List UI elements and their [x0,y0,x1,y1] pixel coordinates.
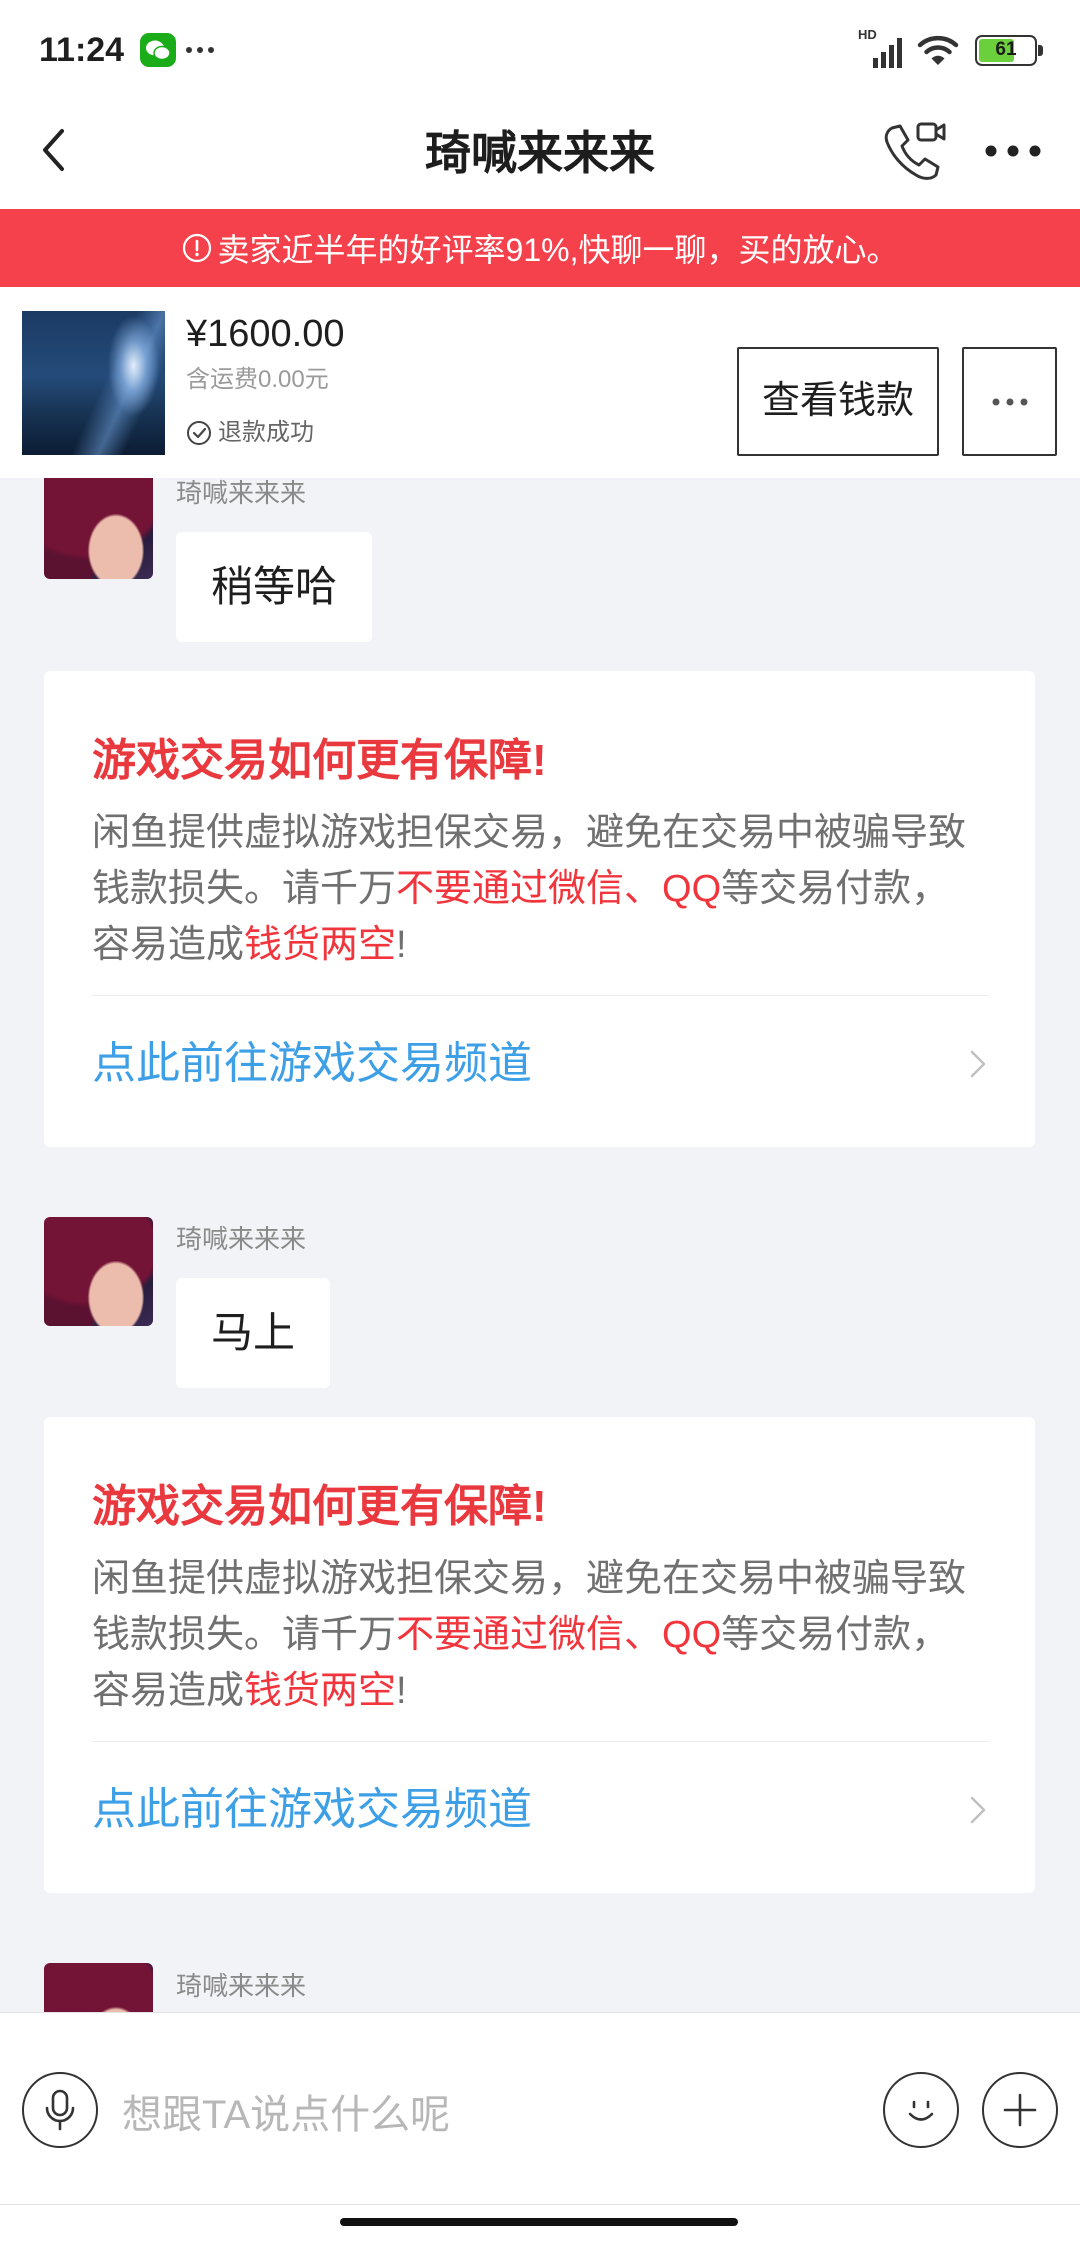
product-price: ¥1600.00 [186,313,345,355]
back-icon[interactable] [38,126,68,179]
input-bar [0,2012,1080,2204]
game-trade-notice-card: 游戏交易如何更有保障! 闲鱼提供虚拟游戏担保交易，避免在交易中被骗导致 钱款损失… [44,1417,1035,1893]
notice-text: 容易造成 [92,924,245,966]
signal-icon: HD [858,28,904,70]
wifi-icon [916,32,960,73]
chat-screen: 11:24 HD 61 琦喊来来来 卖家近半年的好评率91%,快聊一聊，买的放心… [0,0,1080,2248]
notice-text: ! [396,924,407,966]
status-time: 11:24 [39,31,125,69]
sender-name: 琦喊来来来 [176,1224,307,1254]
home-indicator[interactable] [340,2218,738,2226]
game-trade-notice-card: 游戏交易如何更有保障! 闲鱼提供虚拟游戏担保交易，避免在交易中被骗导致 钱款损失… [44,671,1035,1147]
order-status: 退款成功 [186,419,314,447]
message-list[interactable]: 琦喊来来来 稍等哈 游戏交易如何更有保障! 闲鱼提供虚拟游戏担保交易，避免在交易… [0,478,1080,2012]
notice-text: 钱款损失。请千万 [92,868,397,910]
notice-line: 容易造成钱货两空! [92,1663,407,1719]
status-bar: 11:24 HD 61 [0,0,1080,100]
message-bubble[interactable]: 马上 [176,1278,331,1388]
banner-text: 卖家近半年的好评率91%,快聊一聊，买的放心。 [217,232,899,268]
voice-icon [45,2089,75,2131]
order-status-label: 退款成功 [218,419,314,446]
link-label: 点此前往游戏交易频道 [92,1039,532,1088]
battery-level: 61 [995,39,1017,60]
notice-title: 游戏交易如何更有保障! [92,1482,547,1531]
notice-title: 游戏交易如何更有保障! [92,736,547,785]
sender-name: 琦喊来来来 [176,478,307,508]
notice-text: 等交易付款， [721,868,950,910]
notice-text: 容易造成 [92,1670,245,1712]
message-bubble[interactable]: 稍等哈 [176,532,373,642]
avatar[interactable] [44,1217,153,1326]
game-trade-channel-link[interactable]: 点此前往游戏交易频道 [44,1742,1035,1893]
notice-text: 闲鱼提供虚拟游戏担保交易，避免在交易中被骗导致 [92,1558,967,1600]
notice-text: 闲鱼提供虚拟游戏担保交易，避免在交易中被骗导致 [92,812,967,854]
emoji-icon [908,2100,934,2121]
notice-line: 闲鱼提供虚拟游戏担保交易，避免在交易中被骗导致 [92,1551,966,1607]
wechat-icon [140,33,176,67]
message-input[interactable] [122,2091,682,2139]
product-card[interactable]: ¥1600.00 含运费0.00元 退款成功 查看钱款 [0,287,1080,478]
notice-line: 钱款损失。请千万不要通过微信、QQ等交易付款， [92,861,949,917]
chevron-right-icon [969,1795,987,1830]
notice-warning-text: 不要通过微信、QQ [396,1614,722,1656]
view-payment-button[interactable]: 查看钱款 [737,347,939,456]
navigation-bar [0,2204,1080,2248]
notice-line: 闲鱼提供虚拟游戏担保交易，避免在交易中被骗导致 [92,805,966,861]
chat-header: 琦喊来来来 [0,100,1080,208]
page-title: 琦喊来来来 [425,127,655,179]
notice-warning-text: 钱货两空 [244,1670,397,1712]
battery-icon: 61 [975,35,1043,66]
chevron-right-icon [969,1049,987,1084]
notice-text: 等交易付款， [721,1614,950,1656]
phone-video-icon[interactable] [878,118,950,189]
more-icon[interactable] [985,144,1041,162]
notice-text: 钱款损失。请千万 [92,1614,397,1656]
product-thumbnail[interactable] [22,311,165,455]
notice-line: 容易造成钱货两空! [92,917,407,973]
more-notifications-icon [186,47,214,53]
voice-button[interactable] [22,2072,98,2148]
emoji-button[interactable] [883,2072,959,2148]
shipping-fee: 含运费0.00元 [186,366,329,393]
more-dots-icon [992,398,1027,405]
notice-line: 钱款损失。请千万不要通过微信、QQ等交易付款， [92,1607,949,1663]
avatar[interactable] [44,478,153,579]
notice-warning-text: 钱货两空 [244,924,397,966]
link-label: 点此前往游戏交易频道 [92,1785,532,1834]
avatar[interactable] [44,1963,153,2012]
seller-rating-banner: 卖家近半年的好评率91%,快聊一聊，买的放心。 [0,209,1080,287]
product-more-button[interactable] [962,347,1057,456]
info-icon [182,233,212,263]
notice-warning-text: 不要通过微信、QQ [396,868,722,910]
plus-icon [1003,2093,1037,2127]
game-trade-channel-link[interactable]: 点此前往游戏交易频道 [44,996,1035,1147]
check-circle-icon [187,421,211,445]
notice-text: ! [396,1670,407,1712]
sender-name: 琦喊来来来 [176,1971,307,2001]
more-actions-button[interactable] [982,2072,1058,2148]
